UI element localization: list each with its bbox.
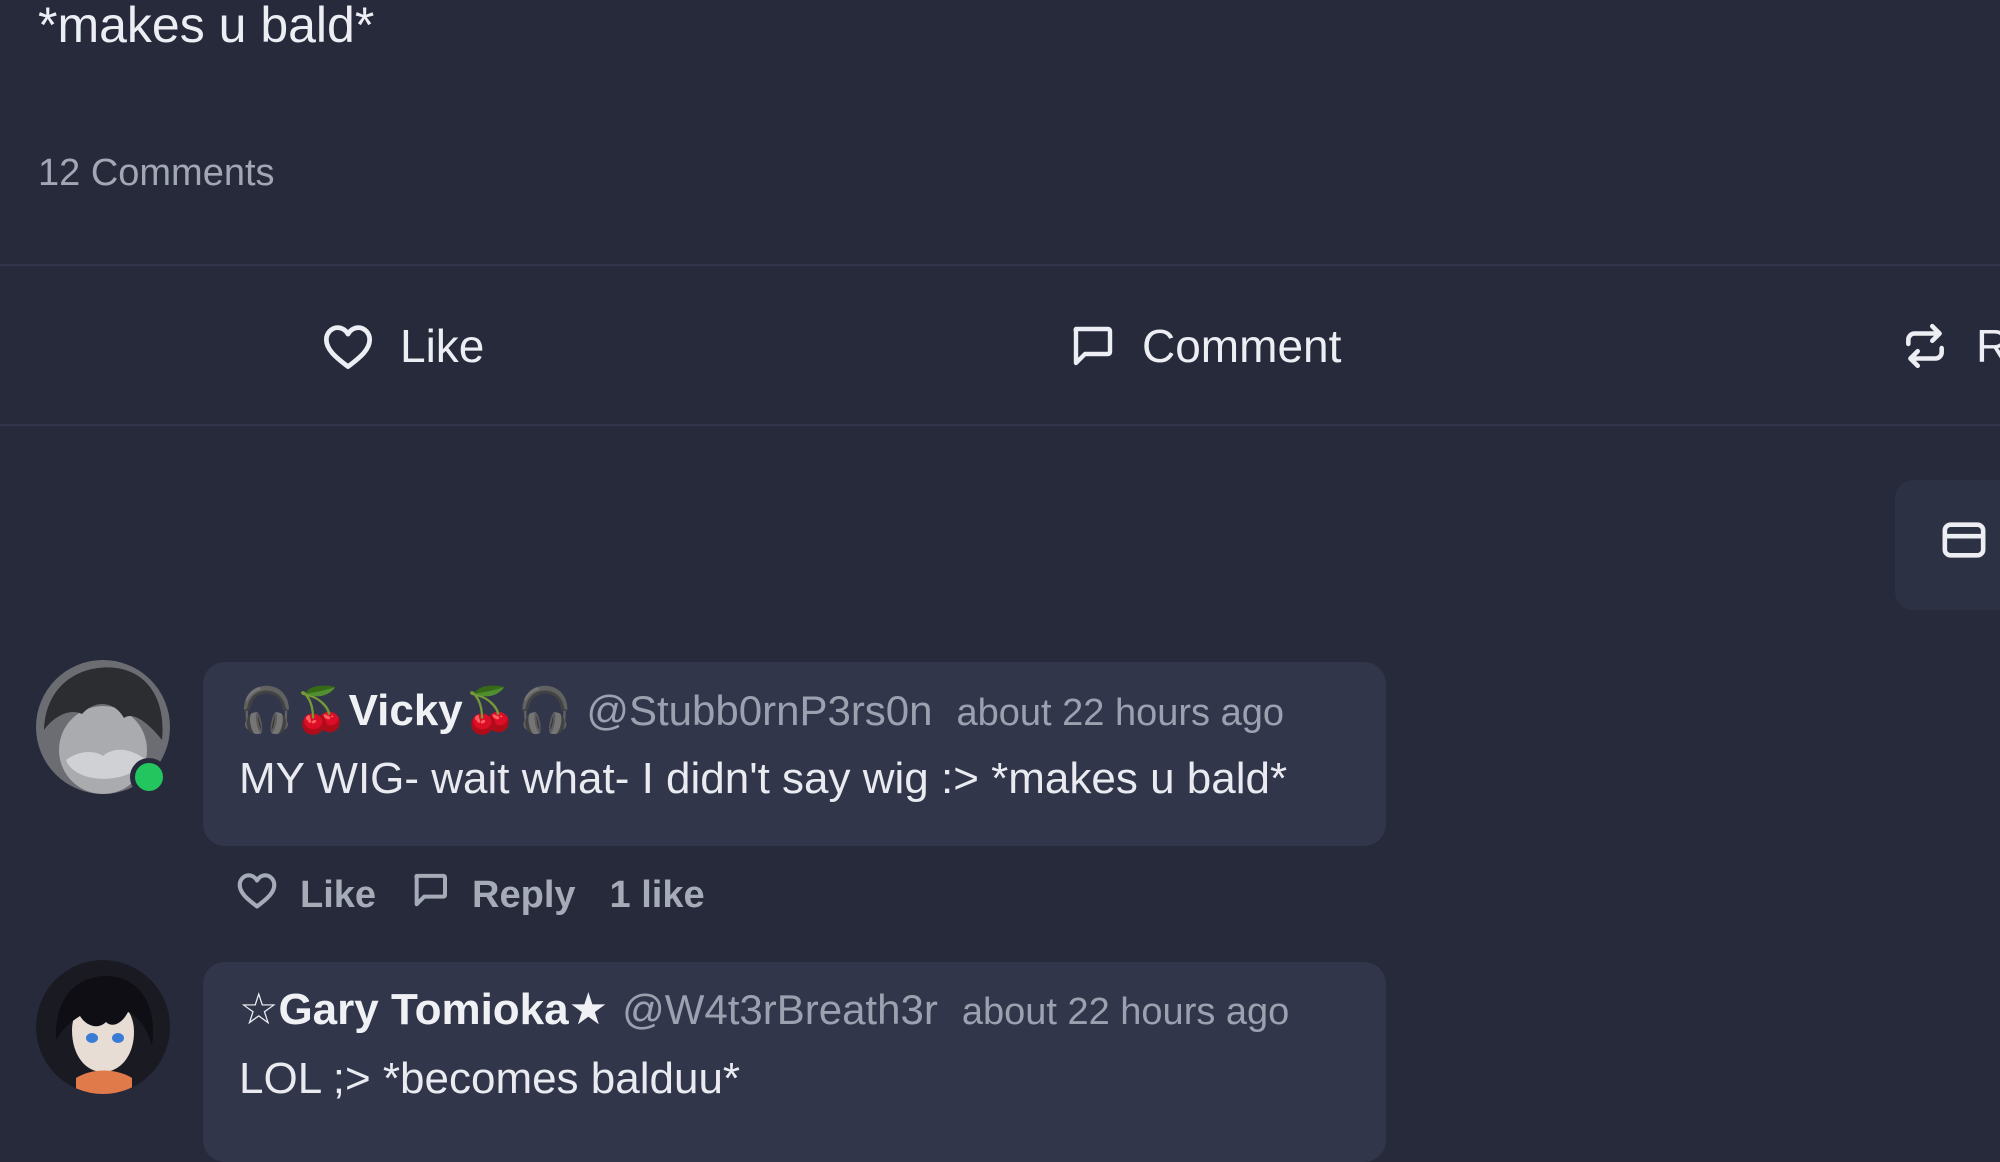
comment-count[interactable]: 12 Comments <box>38 152 275 195</box>
heart-icon <box>236 871 278 919</box>
heart-icon <box>322 322 374 370</box>
comment-bubble-icon <box>1068 322 1116 370</box>
side-card-button[interactable] <box>1895 480 2000 610</box>
online-status-dot <box>130 758 168 796</box>
comment-actions: Like Reply 1 like <box>236 870 705 920</box>
comment-handle[interactable]: @W4t3rBreath3r <box>622 986 938 1034</box>
comment-label: Comment <box>1142 320 1342 372</box>
comment-meta: 🎧🍒Vicky🍒🎧 @Stubb0rnP3rs0n about 22 hours… <box>239 684 1284 736</box>
comment-body: LOL ;> *becomes balduu* <box>239 1054 741 1103</box>
comment-bubble: ☆Gary Tomioka★ @W4t3rBreath3r about 22 h… <box>203 962 1386 1162</box>
comment-time: about 22 hours ago <box>956 692 1285 734</box>
comment-handle[interactable]: @Stubb0rnP3rs0n <box>586 687 932 735</box>
comment-bubble: 🎧🍒Vicky🍒🎧 @Stubb0rnP3rs0n about 22 hours… <box>203 662 1386 846</box>
card-icon <box>1941 520 1987 565</box>
repost-button[interactable]: R <box>1900 313 2000 379</box>
comment-meta: ☆Gary Tomioka★ @W4t3rBreath3r about 22 h… <box>239 984 1289 1035</box>
comment-like-button[interactable]: Like <box>236 871 376 919</box>
divider-bottom <box>0 424 2000 426</box>
comment-like-count-label: 1 like <box>609 873 705 916</box>
comment-button[interactable]: Comment <box>1068 313 1341 379</box>
comment-body: MY WIG- wait what- I didn't say wig :> *… <box>239 754 1288 803</box>
reply-bubble-icon <box>410 870 450 920</box>
comment-like-count[interactable]: 1 like <box>610 874 705 917</box>
comment-reply-button[interactable]: Reply <box>410 870 576 920</box>
comment-author[interactable]: ☆Gary Tomioka★ <box>239 984 608 1035</box>
comment-avatar-gary[interactable] <box>36 960 170 1094</box>
like-label: Like <box>400 320 485 372</box>
divider-top <box>0 264 2000 266</box>
repost-icon <box>1900 321 1950 371</box>
comment-like-label: Like <box>300 873 377 916</box>
comment-reply-label: Reply <box>472 873 576 916</box>
repost-label: R <box>1976 320 2000 372</box>
like-button[interactable]: Like <box>322 313 484 379</box>
post-text: *makes u bald* <box>38 0 375 53</box>
comment-time: about 22 hours ago <box>961 991 1290 1033</box>
comment-author[interactable]: 🎧🍒Vicky🍒🎧 <box>239 684 572 736</box>
